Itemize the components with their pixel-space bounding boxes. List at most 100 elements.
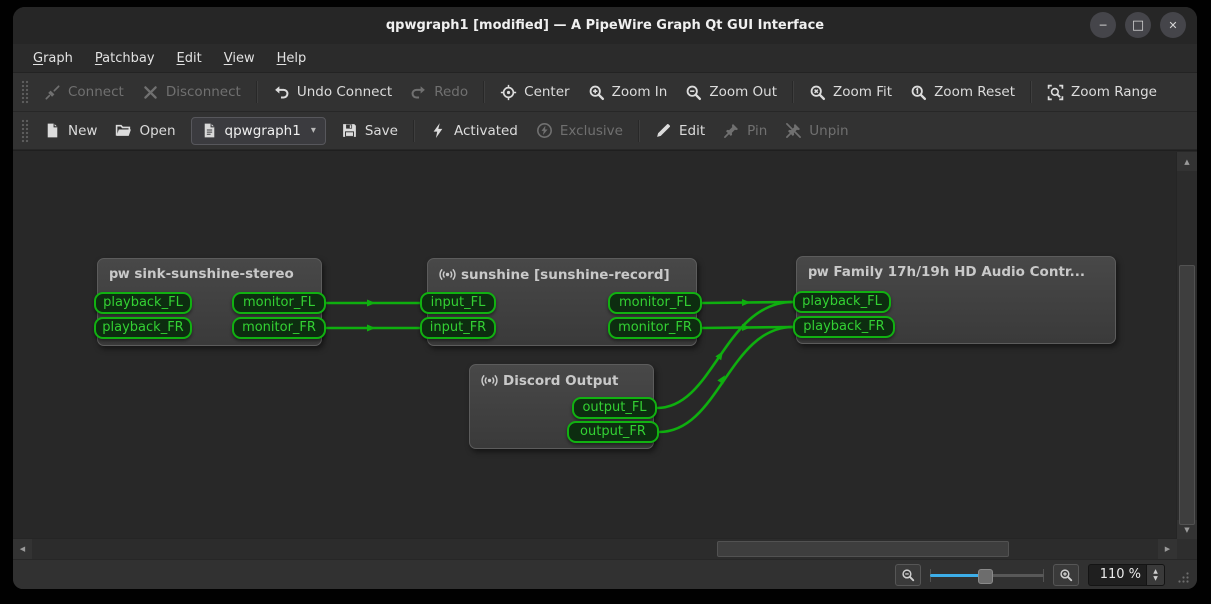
scroll-up-icon[interactable]: ▲ <box>1177 152 1197 171</box>
spin-up-icon[interactable]: ▲ <box>1153 568 1158 575</box>
zoom-out-icon <box>901 568 915 582</box>
toolbar-drag-handle[interactable] <box>21 80 29 104</box>
toolbar-separator <box>483 81 485 103</box>
edit-button[interactable]: Edit <box>646 117 714 144</box>
zoom-out-icon <box>685 84 702 101</box>
app-window: qpwgraph1 [modified] — A PipeWire Graph … <box>13 7 1197 589</box>
statusbar-zoom-out-button[interactable] <box>895 564 921 586</box>
statusbar-zoom-in-button[interactable] <box>1053 564 1079 586</box>
menu-graph[interactable]: Graph <box>22 47 84 70</box>
minimize-icon: ─ <box>1100 20 1107 31</box>
port-output[interactable]: output_FR <box>567 421 659 443</box>
new-file-icon <box>44 122 61 139</box>
port-output[interactable]: monitor_FL <box>608 292 702 314</box>
zoom-spinbox-steppers[interactable]: ▲ ▼ <box>1146 564 1165 586</box>
maximize-icon: □ <box>1132 19 1144 32</box>
exclusive-toggle[interactable]: Exclusive <box>527 117 632 144</box>
window-title: qpwgraph1 [modified] — A PipeWire Graph … <box>13 7 1197 44</box>
menu-patchbay[interactable]: Patchbay <box>84 47 166 70</box>
statusbar: 110 % ▲ ▼ <box>13 559 1197 589</box>
unpin-icon <box>785 122 802 139</box>
zoom-reset-icon <box>910 84 927 101</box>
spin-down-icon[interactable]: ▼ <box>1153 575 1158 582</box>
minimize-button[interactable]: ─ <box>1090 12 1116 38</box>
document-icon <box>201 122 218 139</box>
wire-arrow-icon <box>367 325 376 332</box>
zoom-slider[interactable] <box>930 566 1044 584</box>
menu-help[interactable]: Help <box>266 47 318 70</box>
zoom-range-button[interactable]: Zoom Range <box>1038 79 1166 106</box>
center-icon <box>500 84 517 101</box>
zoom-in-icon <box>588 84 605 101</box>
horizontal-scroll-thumb[interactable] <box>717 541 1009 557</box>
vertical-scrollbar[interactable]: ▲ ▼ <box>1176 152 1197 539</box>
center-button[interactable]: Center <box>491 79 578 106</box>
undo-connect-button[interactable]: Undo Connect <box>264 79 401 106</box>
save-icon <box>341 122 358 139</box>
menubar: Graph Patchbay Edit View Help <box>13 44 1197 73</box>
maximize-button[interactable]: □ <box>1125 12 1151 38</box>
vertical-scroll-track[interactable] <box>1177 171 1197 520</box>
port-output[interactable]: output_FL <box>572 397 657 419</box>
toolbar-separator <box>792 81 794 103</box>
wire-arrow-icon <box>367 300 376 307</box>
connect-button[interactable]: Connect <box>35 79 133 106</box>
zoom-value[interactable]: 110 % <box>1088 564 1146 586</box>
toolbar-separator <box>1030 81 1032 103</box>
wire-arrow-icon <box>742 324 751 331</box>
port-input[interactable]: input_FR <box>420 317 496 339</box>
zoom-slider-fill <box>930 574 982 577</box>
menu-edit[interactable]: Edit <box>166 47 213 70</box>
undo-icon <box>273 84 290 101</box>
pencil-icon <box>655 122 672 139</box>
disconnect-button[interactable]: Disconnect <box>133 79 250 106</box>
port-output[interactable]: monitor_FL <box>232 292 326 314</box>
activated-toggle[interactable]: Activated <box>421 117 527 144</box>
connect-icon <box>44 84 61 101</box>
port-input[interactable]: playback_FL <box>94 292 192 314</box>
toolbar-separator <box>256 81 258 103</box>
lightning-circle-icon <box>536 122 553 139</box>
zoom-fit-icon <box>809 84 826 101</box>
port-input[interactable]: playback_FL <box>793 291 891 313</box>
toolbar-drag-handle[interactable] <box>21 119 29 143</box>
connection-wire[interactable] <box>659 327 793 432</box>
zoom-slider-handle[interactable] <box>978 569 993 584</box>
menu-view[interactable]: View <box>213 47 266 70</box>
toolbar-separator <box>638 120 640 142</box>
titlebar[interactable]: qpwgraph1 [modified] — A PipeWire Graph … <box>13 7 1197 44</box>
zoom-fit-button[interactable]: Zoom Fit <box>800 79 901 106</box>
port-input[interactable]: playback_FR <box>793 316 895 338</box>
open-folder-icon <box>115 122 132 139</box>
zoom-in-button[interactable]: Zoom In <box>579 79 677 106</box>
zoom-in-icon <box>1059 568 1073 582</box>
patchbay-select[interactable]: qpwgraph1 ▾ <box>191 117 326 145</box>
redo-icon <box>410 84 427 101</box>
zoom-range-icon <box>1047 84 1064 101</box>
graph-toolbar: Connect Disconnect Undo Connect Redo Cen… <box>13 73 1197 112</box>
toolbar-separator <box>413 120 415 142</box>
port-input[interactable]: input_FL <box>420 292 496 314</box>
patchbay-select-value: qpwgraph1 <box>225 123 301 139</box>
resize-grip[interactable] <box>1176 570 1190 584</box>
save-button[interactable]: Save <box>332 117 407 144</box>
wire-arrow-icon <box>742 299 751 306</box>
port-output[interactable]: monitor_FR <box>608 317 702 339</box>
port-output[interactable]: monitor_FR <box>232 317 326 339</box>
unpin-button[interactable]: Unpin <box>776 117 857 144</box>
scrollbar-corner <box>1177 539 1197 559</box>
close-icon: ✕ <box>1168 20 1177 31</box>
disconnect-icon <box>142 84 159 101</box>
pin-button[interactable]: Pin <box>714 117 776 144</box>
graph-viewport[interactable]: pw sink-sunshine-stereo sunshine [sunshi… <box>14 152 1176 543</box>
redo-button[interactable]: Redo <box>401 79 477 106</box>
open-button[interactable]: Open <box>106 117 184 144</box>
close-button[interactable]: ✕ <box>1160 12 1186 38</box>
zoom-reset-button[interactable]: Zoom Reset <box>901 79 1024 106</box>
zoom-spinbox[interactable]: 110 % ▲ ▼ <box>1088 564 1165 586</box>
port-input[interactable]: playback_FR <box>94 317 192 339</box>
new-button[interactable]: New <box>35 117 106 144</box>
lightning-icon <box>430 122 447 139</box>
vertical-scroll-thumb[interactable] <box>1179 265 1195 525</box>
zoom-out-button[interactable]: Zoom Out <box>676 79 786 106</box>
